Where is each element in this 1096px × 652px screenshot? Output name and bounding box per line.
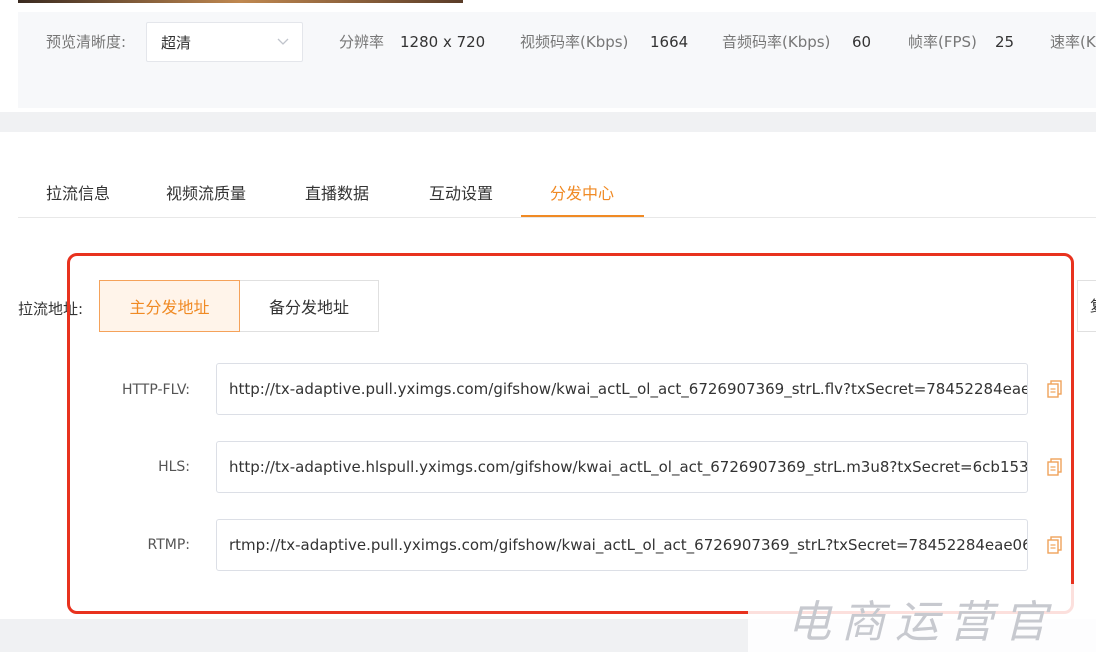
video-preview-edge — [18, 0, 463, 3]
resolution-label: 分辨率 — [339, 33, 385, 51]
speed-label: 速率(K — [1050, 33, 1096, 51]
audio-bitrate-value: 60 — [852, 33, 872, 51]
http-flv-url: http://tx-adaptive.pull.yximgs.com/gifsh… — [229, 380, 1028, 398]
copy-icon[interactable] — [1046, 535, 1064, 555]
rtmp-url: rtmp://tx-adaptive.pull.yximgs.com/gifsh… — [229, 536, 1028, 554]
resolution-value: 1280 x 720 — [400, 33, 486, 51]
backup-address-button[interactable]: 备分发地址 — [240, 280, 379, 332]
video-bitrate-value: 1664 — [650, 33, 689, 51]
tab-bar: 拉流信息 视频流质量 直播数据 互动设置 分发中心 — [0, 132, 1096, 218]
fps-label: 帧率(FPS) — [908, 33, 977, 51]
stream-params-row: 预览清晰度: 超清 分辨率 1280 x 720 视频码率(Kbps) 1664… — [0, 22, 1096, 62]
hls-label: HLS: — [158, 459, 190, 475]
video-bitrate-label: 视频码率(Kbps) — [520, 33, 629, 51]
tab-distribution-center[interactable]: 分发中心 — [550, 180, 614, 204]
rtmp-url-field[interactable]: rtmp://tx-adaptive.pull.yximgs.com/gifsh… — [216, 519, 1028, 571]
tabs-divider — [18, 217, 1096, 218]
copy-icon[interactable] — [1046, 379, 1064, 399]
tab-interaction-settings[interactable]: 互动设置 — [429, 180, 493, 204]
tab-stream-quality[interactable]: 视频流质量 — [166, 180, 246, 204]
clarity-label: 预览清晰度: — [46, 33, 127, 51]
pull-address-label: 拉流地址: — [18, 300, 84, 318]
copy-all-button[interactable]: 复 — [1077, 280, 1096, 332]
http-flv-url-field[interactable]: http://tx-adaptive.pull.yximgs.com/gifsh… — [216, 363, 1028, 415]
distribution-card: 拉流信息 视频流质量 直播数据 互动设置 分发中心 拉流地址: 主分发地址 备分… — [0, 132, 1096, 619]
copy-icon[interactable] — [1046, 457, 1064, 477]
preview-panel: 预览清晰度: 超清 分辨率 1280 x 720 视频码率(Kbps) 1664… — [0, 0, 1096, 112]
http-flv-label: HTTP-FLV: — [121, 382, 190, 398]
clarity-value: 超清 — [161, 33, 192, 52]
rtmp-label: RTMP: — [147, 537, 191, 553]
fps-value: 25 — [995, 33, 1015, 51]
hls-url: http://tx-adaptive.hlspull.yximgs.com/gi… — [229, 458, 1028, 476]
tab-pull-info[interactable]: 拉流信息 — [46, 180, 110, 204]
hls-url-field[interactable]: http://tx-adaptive.hlspull.yximgs.com/gi… — [216, 441, 1028, 493]
clarity-select[interactable]: 超清 — [146, 22, 303, 62]
audio-bitrate-label: 音频码率(Kbps) — [722, 33, 831, 51]
watermark: 电商运营官 — [748, 584, 1096, 652]
tab-live-data[interactable]: 直播数据 — [305, 180, 369, 204]
primary-address-button[interactable]: 主分发地址 — [99, 280, 240, 332]
chevron-down-icon — [277, 38, 289, 45]
